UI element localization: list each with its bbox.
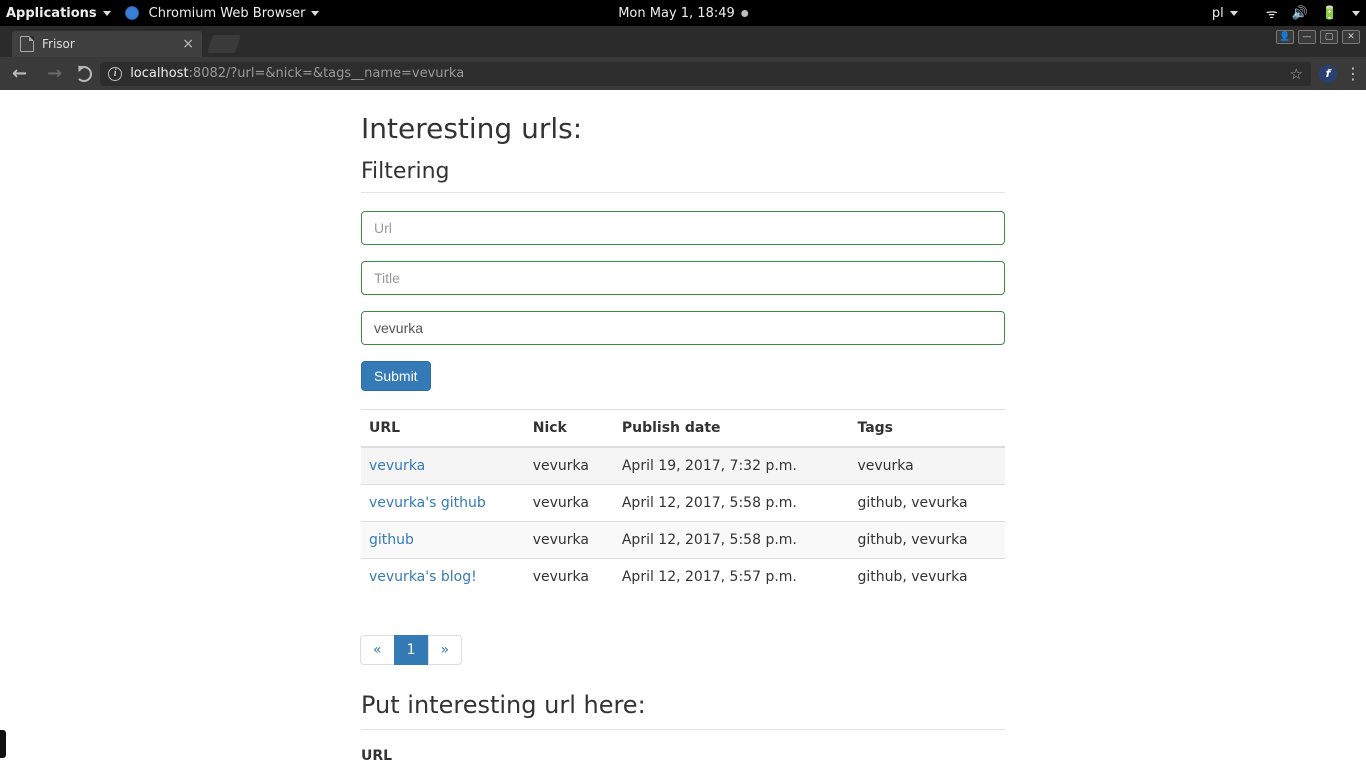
url-link[interactable]: github xyxy=(369,532,414,548)
new-tab-button[interactable] xyxy=(207,35,241,53)
bookmark-star-icon[interactable]: ☆ xyxy=(1290,65,1303,83)
site-info-icon[interactable]: i xyxy=(108,67,122,81)
tab-title: Frisor xyxy=(42,37,75,51)
filter-tags-input[interactable] xyxy=(361,311,1005,345)
os-top-bar: Applications Chromium Web Browser Mon Ma… xyxy=(0,0,1366,26)
cell-tags: github, vevurka xyxy=(849,559,1005,596)
fedora-extension-icon[interactable]: f xyxy=(1319,65,1337,83)
url-link[interactable]: vevurka xyxy=(369,458,425,474)
maximize-button[interactable]: ▢ xyxy=(1320,30,1338,44)
minimize-button[interactable]: — xyxy=(1298,30,1316,44)
cell-date: April 12, 2017, 5:57 p.m. xyxy=(614,559,850,596)
urls-table: URL Nick Publish date Tags vevurkavevurk… xyxy=(361,409,1005,595)
cell-tags: vevurka xyxy=(849,447,1005,485)
address-bar[interactable]: i localhost:8082/?url=&nick=&tags__name=… xyxy=(100,62,1311,86)
page-title: Interesting urls: xyxy=(361,112,1005,145)
page-content: Interesting urls: Filtering Submit URL N… xyxy=(361,90,1005,768)
put-url-label: URL xyxy=(361,748,1005,764)
url-link[interactable]: vevurka's github xyxy=(369,495,486,511)
browser-toolbar: ← → i localhost:8082/?url=&nick=&tags__n… xyxy=(0,57,1366,90)
pagination: « 1 » xyxy=(361,635,462,665)
url-host: localhost xyxy=(130,66,188,81)
system-menu-icon[interactable] xyxy=(1352,11,1360,16)
filter-title-input[interactable] xyxy=(361,261,1005,295)
browser-tab-strip: Frisor × 👤 — ▢ ✕ xyxy=(0,26,1366,57)
reload-button[interactable] xyxy=(76,66,92,82)
browser-menu-button[interactable]: ⋮ xyxy=(1345,64,1360,83)
table-row: github vevurkaApril 12, 2017, 5:58 p.m.gi… xyxy=(361,522,1005,559)
chromium-icon xyxy=(125,6,139,20)
applications-menu[interactable]: Applications xyxy=(6,6,111,21)
volume-icon[interactable]: 🔊 xyxy=(1292,6,1308,21)
active-app-menu[interactable]: Chromium Web Browser xyxy=(125,6,320,21)
submit-button[interactable]: Submit xyxy=(361,361,431,391)
cell-tags: github, vevurka xyxy=(849,522,1005,559)
col-tags: Tags xyxy=(849,410,1005,448)
table-row: vevurka's blog! vevurkaApril 12, 2017, 5:… xyxy=(361,559,1005,596)
url-link[interactable]: vevurka's blog! xyxy=(369,569,477,585)
url-path: :8082/?url=&nick=&tags__name=vevurka xyxy=(189,66,465,81)
close-tab-button[interactable]: × xyxy=(182,36,194,52)
cell-date: April 12, 2017, 5:58 p.m. xyxy=(614,485,850,522)
close-window-button[interactable]: ✕ xyxy=(1342,30,1360,44)
cell-date: April 19, 2017, 7:32 p.m. xyxy=(614,447,850,485)
cell-nick: vevurka xyxy=(525,485,614,522)
cell-tags: github, vevurka xyxy=(849,485,1005,522)
page-icon xyxy=(20,36,34,52)
dropdown-icon xyxy=(1230,11,1238,16)
page-viewport[interactable]: Interesting urls: Filtering Submit URL N… xyxy=(0,90,1366,768)
browser-tab[interactable]: Frisor × xyxy=(12,31,202,57)
page-prev[interactable]: « xyxy=(360,635,395,665)
table-row: vevurkavevurkaApril 19, 2017, 7:32 p.m.v… xyxy=(361,447,1005,485)
back-button[interactable]: ← xyxy=(6,63,33,84)
dropdown-icon xyxy=(311,11,319,16)
cell-nick: vevurka xyxy=(525,522,614,559)
clock-text: Mon May 1, 18:49 xyxy=(618,6,735,21)
col-url: URL xyxy=(361,410,525,448)
put-url-heading: Put interesting url here: xyxy=(361,691,1005,730)
edge-artifact xyxy=(0,730,6,758)
page-next[interactable]: » xyxy=(428,635,463,665)
active-app-label: Chromium Web Browser xyxy=(149,6,306,21)
keyboard-layout-menu[interactable]: pl xyxy=(1212,6,1238,21)
filter-url-input[interactable] xyxy=(361,211,1005,245)
cell-date: April 12, 2017, 5:58 p.m. xyxy=(614,522,850,559)
battery-icon[interactable]: 🔋 xyxy=(1322,6,1338,21)
wifi-icon[interactable]: ᯤ xyxy=(1266,4,1278,22)
filtering-heading: Filtering xyxy=(361,159,1005,193)
cell-nick: vevurka xyxy=(525,447,614,485)
clock-area[interactable]: Mon May 1, 18:49 xyxy=(618,6,748,21)
user-button[interactable]: 👤 xyxy=(1276,30,1294,44)
col-date: Publish date xyxy=(614,410,850,448)
page-current[interactable]: 1 xyxy=(394,635,429,665)
col-nick: Nick xyxy=(525,410,614,448)
dropdown-icon xyxy=(103,11,111,16)
forward-button[interactable]: → xyxy=(41,63,68,84)
table-row: vevurka's github vevurkaApril 12, 2017, 5… xyxy=(361,485,1005,522)
cell-nick: vevurka xyxy=(525,559,614,596)
notification-dot-icon xyxy=(741,10,748,17)
